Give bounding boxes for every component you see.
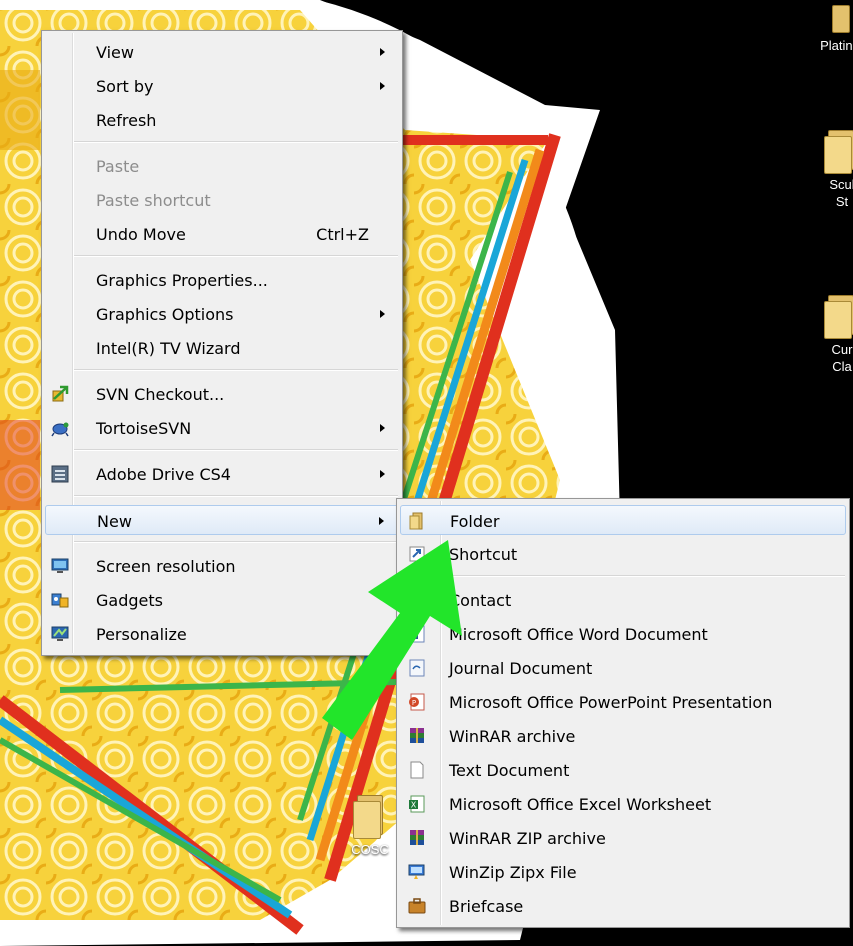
menu-item-adobe-drive[interactable]: Adobe Drive CS4 [45,459,399,489]
submenu-item-label: Microsoft Office Excel Worksheet [449,795,712,814]
menu-item-svn-checkout[interactable]: SVN Checkout... [45,379,399,409]
menu-item-label: Undo Move [96,225,186,244]
menu-item-sort-by[interactable]: Sort by [45,71,399,101]
menu-item-graphics-options[interactable]: Graphics Options [45,299,399,329]
folder-icon [353,795,387,839]
submenu-item-winzip-zipx[interactable]: WinZip Zipx File [400,857,846,887]
desktop[interactable]: Platinu Scul St Cur Cla COSC View Sort b… [0,0,853,946]
menu-item-shortcut: Ctrl+Z [316,225,369,244]
submenu-item-label: WinZip Zipx File [449,863,577,882]
menu-item-label: TortoiseSVN [96,419,192,438]
menu-separator [74,495,398,497]
submenu-item-label: Microsoft Office PowerPoint Presentation [449,693,773,712]
menu-item-label: SVN Checkout... [96,385,225,404]
menu-item-intel-tv-wizard[interactable]: Intel(R) TV Wizard [45,333,399,363]
annotation-arrow-icon [322,540,462,740]
menu-item-label: Paste shortcut [96,191,211,210]
desktop-icon-sculpture-studio[interactable]: Scul St [812,130,853,210]
menu-item-label: Intel(R) TV Wizard [96,339,241,358]
winrar-zip-icon [410,830,424,845]
menu-item-label: Personalize [96,625,187,644]
menu-separator [74,449,398,451]
menu-item-paste-shortcut[interactable]: Paste shortcut [45,185,399,215]
menu-item-label: Graphics Properties... [96,271,268,290]
submenu-arrow-icon [380,82,385,90]
text-document-icon [410,761,424,779]
menu-item-label: View [96,43,134,62]
desktop-icon-platinum[interactable]: Platinu [800,5,853,54]
menu-separator [443,575,845,577]
svn-checkout-icon [52,385,69,402]
submenu-item-winrar-zip-archive[interactable]: WinRAR ZIP archive [400,823,846,853]
menu-item-label: Graphics Options [96,305,234,324]
menu-item-label: Sort by [96,77,154,96]
winzip-icon [408,864,425,879]
menu-separator [74,369,398,371]
monitor-icon [51,558,69,573]
menu-item-label: Paste [96,157,140,176]
submenu-item-text-document[interactable]: Text Document [400,755,846,785]
desktop-icon-label: Scul St [829,177,853,209]
menu-item-label: Screen resolution [96,557,236,576]
tortoisesvn-icon [51,422,69,437]
menu-item-undo-move[interactable]: Undo Move Ctrl+Z [45,219,399,249]
menu-item-label: Refresh [96,111,157,130]
submenu-item-excel-worksheet[interactable]: X Microsoft Office Excel Worksheet [400,789,846,819]
menu-item-label: Gadgets [96,591,163,610]
menu-separator [74,141,398,143]
submenu-item-label: Briefcase [449,897,524,916]
menu-item-refresh[interactable]: Refresh [45,105,399,135]
menu-item-view[interactable]: View [45,37,399,67]
menu-item-graphics-properties[interactable]: Graphics Properties... [45,265,399,295]
desktop-icon-label: COSC [351,842,389,857]
menu-item-label: New [97,512,132,531]
svg-text:X: X [411,801,417,810]
desktop-icon-current-class[interactable]: Cur Cla [812,295,853,375]
gadgets-icon [51,593,69,608]
submenu-arrow-icon [380,470,385,478]
menu-item-tortoisesvn[interactable]: TortoiseSVN [45,413,399,443]
menu-item-label: Adobe Drive CS4 [96,465,231,484]
folder-icon [824,130,853,174]
desktop-icon-label: Platinu [820,38,853,53]
submenu-arrow-icon [380,310,385,318]
briefcase-icon [408,898,426,914]
personalize-icon [51,626,69,641]
submenu-arrow-icon [380,424,385,432]
desktop-icon-cosc[interactable]: COSC [340,795,400,858]
folder-icon [824,295,853,339]
desktop-icon-label: Cur Cla [831,342,853,374]
excel-icon: X [409,795,425,813]
submenu-arrow-icon [380,48,385,56]
menu-separator [74,255,398,257]
submenu-item-label: WinRAR ZIP archive [449,829,606,848]
adobe-drive-icon [51,465,69,483]
menu-item-paste[interactable]: Paste [45,151,399,181]
folder-icon [828,5,850,33]
submenu-item-label: Text Document [449,761,570,780]
submenu-item-briefcase[interactable]: Briefcase [400,891,846,921]
